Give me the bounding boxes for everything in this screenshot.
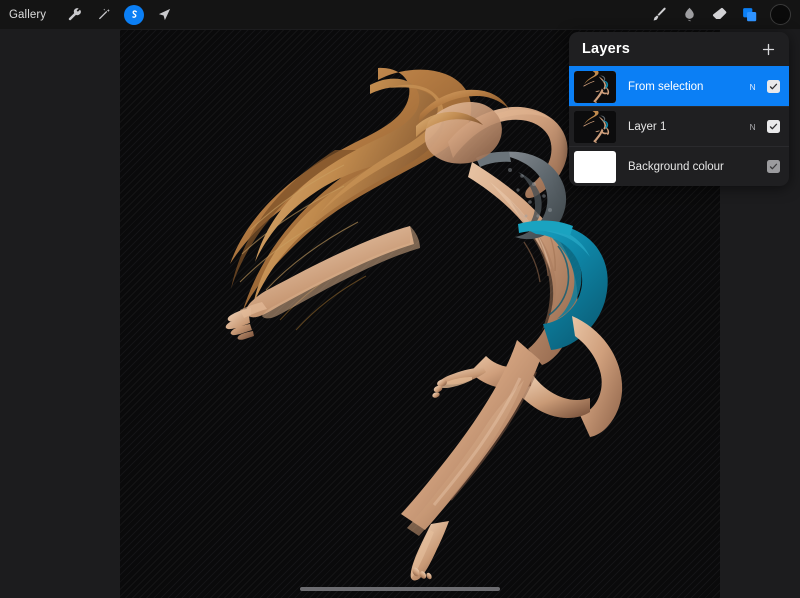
layer-row[interactable]: Layer 1 N xyxy=(569,106,789,146)
selection-s-icon[interactable] xyxy=(119,0,149,29)
layer-name: Layer 1 xyxy=(628,121,750,133)
color-swatch[interactable] xyxy=(770,4,791,25)
layer-blend-mode[interactable]: N xyxy=(750,82,756,92)
gallery-button[interactable]: Gallery xyxy=(9,9,46,21)
layer-name: From selection xyxy=(628,81,750,93)
layers-active-indicator xyxy=(740,6,758,24)
layer-thumbnail[interactable] xyxy=(574,151,616,183)
layers-icon[interactable] xyxy=(734,0,764,29)
layer-row[interactable]: Background colour xyxy=(569,146,789,186)
add-layer-button[interactable] xyxy=(759,40,778,59)
actions-wrench-icon[interactable] xyxy=(59,0,89,29)
layer-row[interactable]: From selection N xyxy=(569,66,789,106)
home-indicator xyxy=(300,587,500,591)
layer-name: Background colour xyxy=(628,161,756,173)
transform-arrow-icon[interactable] xyxy=(149,0,179,29)
layers-panel-header: Layers xyxy=(569,32,789,66)
layers-title: Layers xyxy=(582,41,630,57)
smudge-icon[interactable] xyxy=(674,0,704,29)
layer-visibility-checkbox[interactable] xyxy=(767,120,780,133)
layer-visibility-checkbox[interactable] xyxy=(767,160,780,173)
left-tool-group xyxy=(59,0,179,29)
layers-panel: Layers xyxy=(569,32,789,186)
layer-thumbnail[interactable] xyxy=(574,71,616,103)
top-toolbar: Gallery xyxy=(0,0,800,29)
layer-thumbnail[interactable] xyxy=(574,111,616,143)
layer-blend-mode[interactable]: N xyxy=(750,122,756,132)
layer-visibility-checkbox[interactable] xyxy=(767,80,780,93)
right-tool-group xyxy=(644,0,794,29)
paint-brush-icon[interactable] xyxy=(644,0,674,29)
eraser-icon[interactable] xyxy=(704,0,734,29)
adjustments-wand-icon[interactable] xyxy=(89,0,119,29)
selection-active-badge xyxy=(124,5,144,25)
